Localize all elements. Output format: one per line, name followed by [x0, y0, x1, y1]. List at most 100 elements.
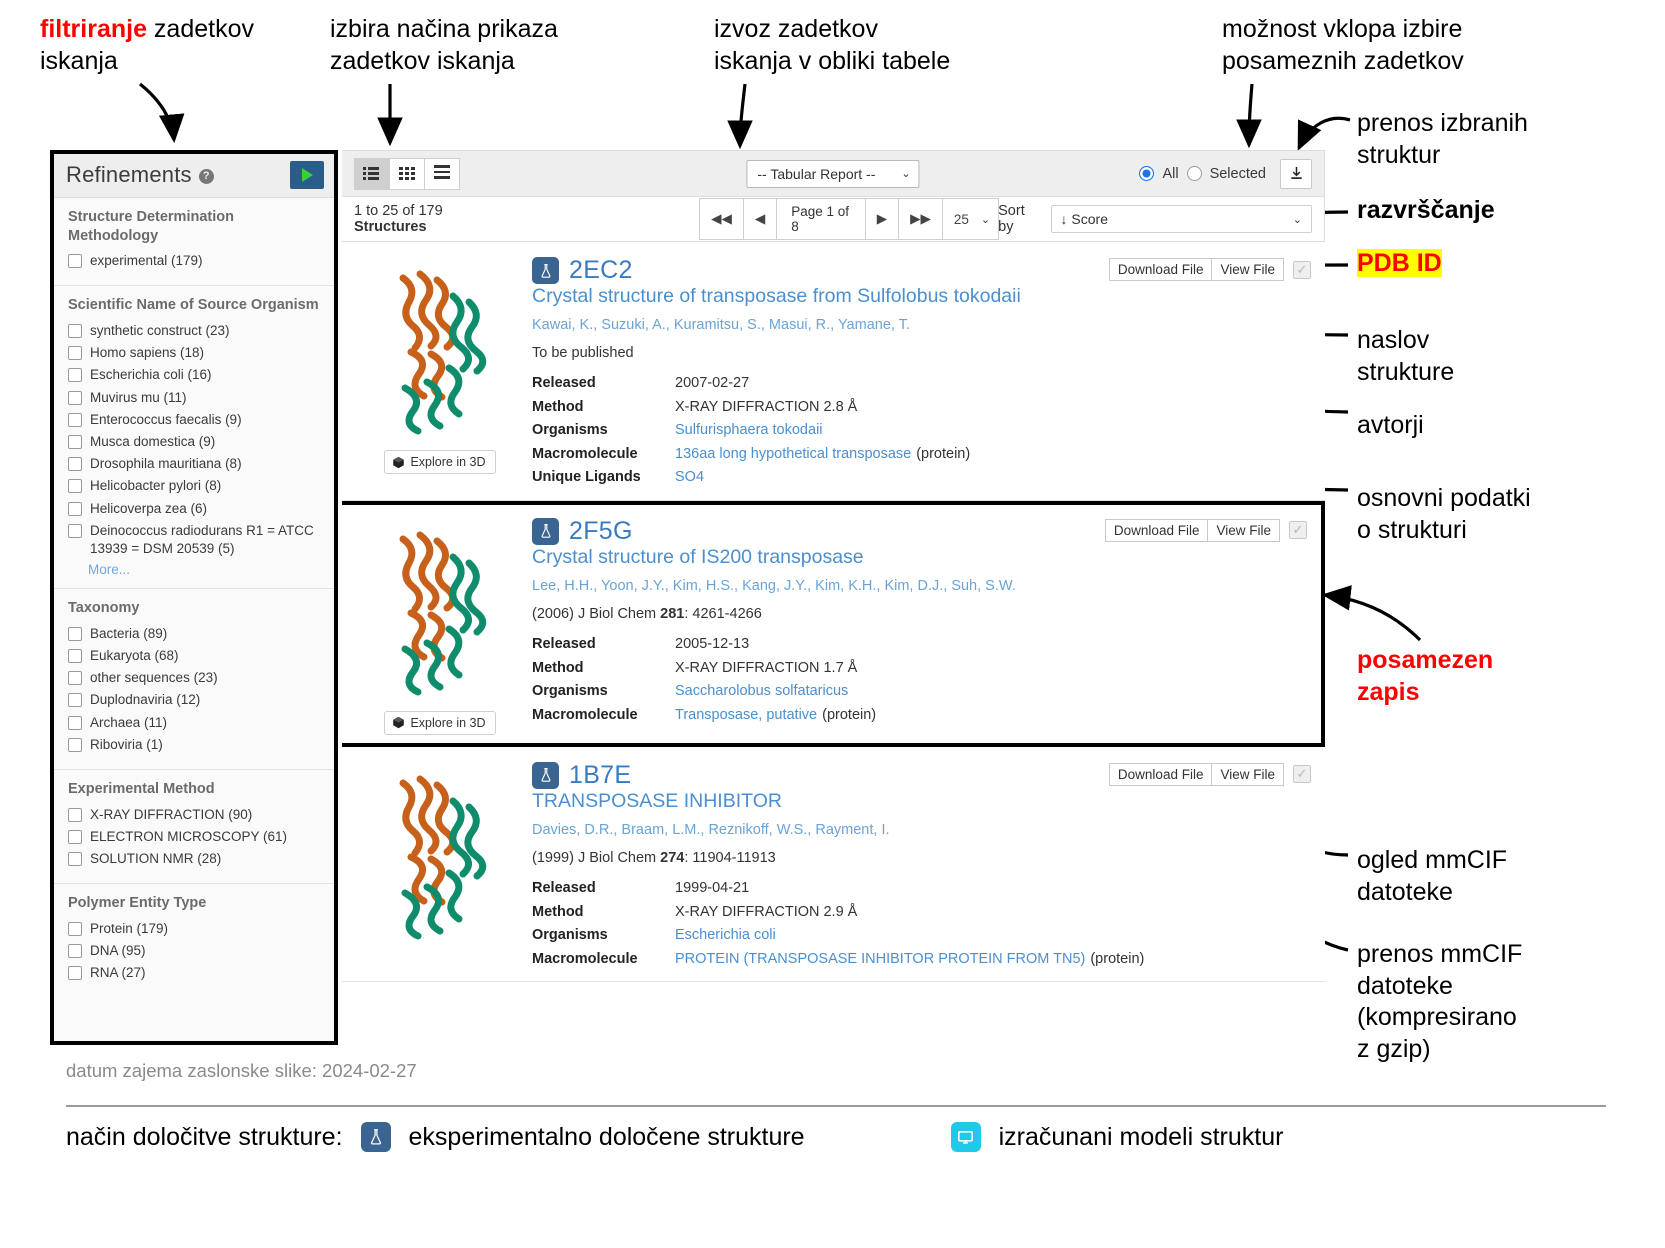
facet-option[interactable]: Archaea (11) [68, 714, 322, 732]
structure-details: Released 2007-02-27 Method X-RAY DIFFRACTIO… [532, 372, 1311, 489]
detail-value-organisms[interactable]: Saccharolobus solfataricus [675, 680, 848, 703]
authors-line[interactable]: Davies, D.R., Braam, L.M., Reznikoff, W.… [532, 822, 1311, 838]
authors-line[interactable]: Lee, H.H., Yoon, J.Y., Kim, H.S., Kang, … [532, 578, 1307, 594]
protein-structure-thumbnail [399, 270, 487, 435]
detail-value-ligands[interactable]: SO4 [675, 466, 704, 489]
facet-option[interactable]: Eukaryota (68) [68, 647, 322, 665]
facet-checkbox[interactable] [68, 346, 82, 361]
detail-value-organisms[interactable]: Escherichia coli [675, 924, 776, 947]
facet-checkbox[interactable] [68, 390, 82, 405]
facet-option[interactable]: Duplodnaviria (12) [68, 691, 322, 709]
structure-image[interactable] [365, 256, 515, 446]
detail-value-macromolecule[interactable]: Transposase, putative [675, 704, 817, 727]
facet-option[interactable]: ELECTRON MICROSCOPY (61) [68, 828, 322, 846]
radio-selected[interactable] [1186, 166, 1202, 181]
per-page-select[interactable]: 25 ⌄ [941, 198, 1000, 240]
report-type-select[interactable]: -- Tabular Report -- ⌄ [746, 159, 920, 188]
sort-select[interactable]: ↓ Score ⌄ [1050, 205, 1312, 233]
next-page-button[interactable]: ▶ [864, 198, 900, 240]
view-file-button[interactable]: View File [1211, 762, 1284, 786]
facet-checkbox[interactable] [68, 479, 82, 494]
explore-in-3d-button[interactable]: Explore in 3D [384, 450, 496, 474]
facet-checkbox[interactable] [68, 852, 82, 867]
facet-checkbox[interactable] [68, 649, 82, 664]
facet-option[interactable]: Protein (179) [68, 920, 322, 938]
facet-checkbox[interactable] [68, 693, 82, 708]
facet-checkbox[interactable] [68, 944, 82, 959]
download-selected-button[interactable] [1280, 158, 1312, 189]
facet-group: Taxonomy Bacteria (89) Eukaryota (68) other… [54, 589, 334, 771]
explore-in-3d-button[interactable]: Explore in 3D [384, 710, 496, 735]
facet-checkbox[interactable] [68, 523, 82, 538]
view-mode-compact-button[interactable] [424, 157, 460, 190]
download-file-button[interactable]: Download File [1108, 762, 1213, 786]
facet-checkbox[interactable] [68, 457, 82, 472]
facet-option[interactable]: Riboviria (1) [68, 736, 322, 754]
facet-checkbox[interactable] [68, 368, 82, 383]
result-select-checkbox[interactable]: ✓ [1289, 521, 1307, 540]
download-file-button[interactable]: Download File [1104, 518, 1209, 542]
facet-option[interactable]: Drosophila mauritiana (8) [68, 455, 322, 473]
facet-option[interactable]: Musca domestica (9) [68, 433, 322, 451]
pdb-id-link[interactable]: 2EC2 [569, 256, 633, 285]
download-file-button[interactable]: Download File [1108, 258, 1213, 281]
facet-option[interactable]: Escherichia coli (16) [68, 366, 322, 384]
detail-value-organisms[interactable]: Sulfurisphaera tokodaii [675, 419, 823, 442]
facet-option[interactable]: Helicoverpa zea (6) [68, 500, 322, 518]
facet-checkbox[interactable] [68, 715, 82, 730]
facet-option[interactable]: DNA (95) [68, 942, 322, 960]
facet-more-link[interactable]: More... [88, 562, 322, 577]
facet-option[interactable]: Bacteria (89) [68, 625, 322, 643]
structure-title-link[interactable]: Crystal structure of IS200 transposase [532, 546, 864, 568]
prev-page-button[interactable]: ◀ [742, 198, 778, 240]
view-mode-grid-button[interactable] [389, 157, 425, 190]
facet-checkbox[interactable] [68, 921, 82, 936]
facet-option[interactable]: Enterococcus faecalis (9) [68, 411, 322, 429]
facet-checkbox[interactable] [68, 626, 82, 641]
structure-image[interactable] [365, 517, 515, 707]
facet-option[interactable]: Deinococcus radiodurans R1 = ATCC 13939 … [68, 522, 322, 558]
detail-value-macromolecule[interactable]: 136aa long hypothetical transposase [675, 443, 911, 466]
facet-option[interactable]: Homo sapiens (18) [68, 344, 322, 362]
facet-option[interactable]: experimental (179) [68, 252, 322, 270]
facet-checkbox[interactable] [68, 501, 82, 516]
structure-image[interactable] [365, 761, 515, 951]
facet-checkbox[interactable] [68, 671, 82, 686]
facet-checkbox[interactable] [68, 412, 82, 427]
view-file-button[interactable]: View File [1211, 258, 1284, 281]
structure-title-link[interactable]: Crystal structure of transposase from Su… [532, 285, 1021, 307]
detail-key: Released [532, 636, 596, 653]
detail-row-macromolecule: Macromolecule Transposase, putative (prote… [532, 704, 1307, 727]
view-file-button[interactable]: View File [1207, 518, 1280, 542]
facet-option[interactable]: Muvirus mu (11) [68, 389, 322, 407]
pdb-id-link[interactable]: 1B7E [569, 761, 631, 790]
apply-refinements-button[interactable] [290, 161, 324, 189]
download-icon [1290, 166, 1302, 179]
facet-option[interactable]: Helicobacter pylori (8) [68, 477, 322, 495]
last-page-button[interactable]: ▶▶ [898, 198, 943, 240]
result-select-checkbox[interactable]: ✓ [1293, 260, 1311, 279]
facet-option[interactable]: X-RAY DIFFRACTION (90) [68, 806, 322, 824]
facet-option[interactable]: synthetic construct (23) [68, 322, 322, 340]
pdb-id-link[interactable]: 2F5G [569, 517, 633, 546]
facet-option[interactable]: SOLUTION NMR (28) [68, 850, 322, 868]
facet-option[interactable]: RNA (27) [68, 964, 322, 982]
structure-title-link[interactable]: TRANSPOSASE INHIBITOR [532, 790, 782, 812]
help-icon[interactable]: ? [198, 169, 214, 184]
citation-year: (2006) [532, 606, 574, 623]
first-page-button[interactable]: ◀◀ [699, 198, 744, 240]
annotation-view-mmcif: ogled mmCIF datoteke [1357, 846, 1508, 906]
facet-checkbox[interactable] [68, 434, 82, 449]
facet-checkbox[interactable] [68, 966, 82, 981]
radio-all[interactable] [1139, 166, 1155, 181]
detail-value-macromolecule[interactable]: PROTEIN (TRANSPOSASE INHIBITOR PROTEIN F… [675, 948, 1085, 971]
facet-checkbox[interactable] [68, 323, 82, 338]
facet-checkbox[interactable] [68, 807, 82, 822]
facet-option[interactable]: other sequences (23) [68, 669, 322, 687]
view-mode-list-button[interactable] [354, 157, 390, 190]
facet-checkbox[interactable] [68, 737, 82, 752]
result-select-checkbox[interactable]: ✓ [1293, 765, 1311, 784]
facet-checkbox[interactable] [68, 829, 82, 844]
facet-checkbox[interactable] [68, 254, 82, 269]
authors-line[interactable]: Kawai, K., Suzuki, A., Kuramitsu, S., Ma… [532, 317, 1311, 333]
